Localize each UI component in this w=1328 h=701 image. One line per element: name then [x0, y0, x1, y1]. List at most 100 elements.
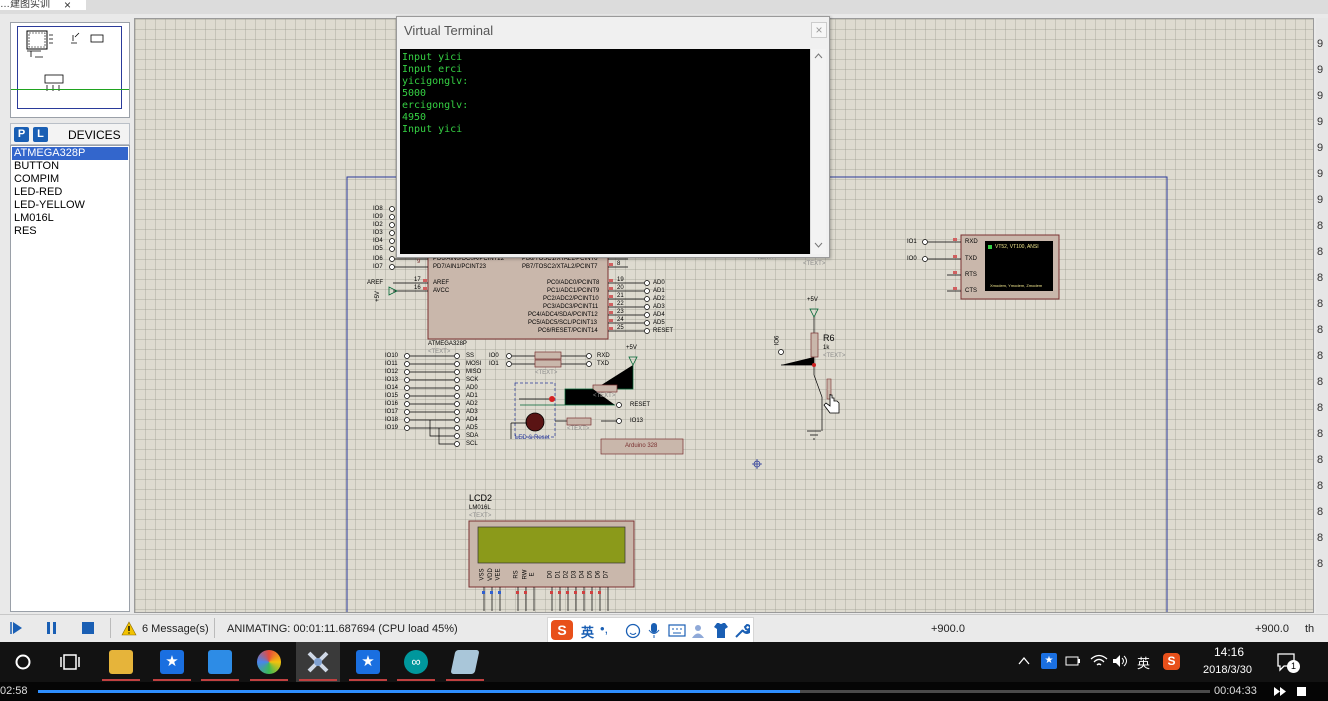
vt-io-label: IO0 [907, 256, 917, 262]
mcu-pin-label: AVCC [433, 288, 450, 294]
ruler-digit: 9 [1317, 168, 1324, 180]
clock-time[interactable]: 14:16 [1204, 645, 1254, 659]
device-list[interactable]: ATMEGA328P BUTTON COMPIM LED-RED LED-YEL… [10, 145, 130, 612]
lcd-pin-label: RW [522, 569, 529, 580]
ruler-digit: 8 [1317, 246, 1324, 258]
mcu-left-io-label: IO9 [373, 214, 383, 220]
lcd-model: LM016L [469, 505, 491, 511]
lcd-pin-label: D2 [563, 570, 570, 579]
pause-icon[interactable] [45, 621, 59, 635]
device-item[interactable]: LM016L [12, 212, 128, 225]
notepad-icon[interactable] [450, 650, 480, 674]
device-item[interactable]: BUTTON [12, 160, 128, 173]
lcd-pin-label: D7 [603, 570, 610, 579]
fast-forward-icon[interactable] [1273, 686, 1287, 697]
mcu-pin-number: 8 [617, 261, 621, 267]
header-io-label: IO11 [385, 361, 398, 367]
video-stop-icon[interactable] [1296, 686, 1307, 697]
file-explorer-icon[interactable] [109, 650, 133, 674]
chevron-up-icon[interactable] [1018, 656, 1030, 666]
photo-app-icon[interactable] [208, 650, 232, 674]
aref-power-label: +5V [374, 291, 381, 302]
vt-io-label: IO1 [907, 239, 917, 245]
taskbar-running-indicator [153, 679, 191, 681]
mcu-pin-label: PB7/TOSC2/XTAL2/PCINT7 [522, 264, 598, 270]
header-signal-label: SDA [466, 433, 479, 439]
sogou-logo-icon[interactable]: S [551, 620, 573, 640]
led-reset-label: LED & Reset [515, 435, 550, 441]
play-icon[interactable] [10, 621, 24, 635]
device-item[interactable]: LED-RED [12, 186, 128, 199]
ruler-digit: 9 [1317, 142, 1324, 154]
ruler-digit: 9 [1317, 90, 1324, 102]
chrome-icon[interactable] [257, 650, 281, 674]
scroll-down-icon[interactable] [814, 242, 823, 248]
wifi-icon[interactable] [1090, 653, 1108, 669]
device-item[interactable]: RES [12, 225, 128, 238]
emoji-icon[interactable] [625, 623, 641, 639]
ruler-digit: 8 [1317, 558, 1324, 570]
led-pin-text: <TEXT> [803, 261, 826, 267]
vt-pin-label: RXD [965, 239, 978, 245]
ime-lang[interactable]: 英 [581, 622, 594, 641]
skin-icon[interactable] [713, 622, 729, 639]
vt-screen-title: VT52, VT100, ANSI [995, 244, 1039, 250]
task-view-icon[interactable] [60, 653, 80, 671]
taskbar-running-indicator [201, 679, 239, 681]
header-io-label: IO16 [385, 401, 399, 407]
user-icon[interactable] [691, 623, 709, 639]
terminal-screen[interactable]: Input yici Input erci yicigonglv: 5000 e… [400, 49, 810, 254]
status-divider [110, 618, 111, 638]
lcd-pin-label: E [529, 572, 536, 577]
overview-window[interactable] [10, 22, 130, 118]
scroll-up-icon[interactable] [814, 53, 823, 59]
terminal-close-icon[interactable]: × [811, 22, 827, 38]
library-manager-button[interactable]: L [33, 127, 48, 142]
stop-icon[interactable] [81, 621, 95, 635]
tray-app-icon[interactable]: ★ [1041, 653, 1057, 669]
volume-icon[interactable] [1112, 654, 1128, 668]
microphone-icon[interactable] [648, 622, 660, 639]
proteus-icon[interactable] [306, 650, 330, 674]
document-tab[interactable]: …建图实训 [0, 0, 86, 10]
keyboard-icon[interactable] [668, 624, 686, 637]
terminal-line: 4950 [402, 112, 427, 123]
mcu-pin-label: PC3/ADC3/PCINT11 [543, 304, 599, 310]
virtual-terminal-window[interactable]: Virtual Terminal × Input yici Input erci… [396, 16, 830, 258]
ime-toolbar[interactable]: S 英 •, [547, 617, 754, 643]
cortana-search-icon[interactable] [14, 653, 32, 671]
terminal-scrollbar[interactable] [810, 49, 826, 254]
mcu-right-io-label: RESET [653, 328, 674, 334]
header-io-label: IO18 [385, 417, 399, 423]
tray-language[interactable]: 英 [1137, 653, 1150, 672]
qq-browser-icon[interactable]: ★ [160, 650, 184, 674]
video-seek-track[interactable] [38, 690, 1210, 693]
header-signal-label: AD4 [466, 417, 478, 423]
sogou-tray-icon[interactable]: S [1163, 653, 1180, 670]
resistor-text: <TEXT> [593, 393, 616, 399]
battery-icon[interactable] [1065, 655, 1081, 667]
mcu-pin-number: 24 [617, 317, 624, 323]
warning-icon[interactable] [121, 621, 137, 636]
device-item[interactable]: LED-YELLOW [12, 199, 128, 212]
taskbar-running-indicator [349, 679, 387, 681]
device-item[interactable]: COMPIM [12, 173, 128, 186]
video-player-bar: 02:58 00:04:33 [0, 682, 1328, 701]
ruler-digit: 9 [1317, 194, 1324, 206]
pick-devices-button[interactable]: P [14, 127, 29, 142]
device-item[interactable]: ATMEGA328P [12, 147, 128, 160]
lcd-pin-label: D4 [579, 570, 586, 579]
devices-header: P L DEVICES [10, 123, 130, 145]
mcu-right-io-label: AD1 [653, 288, 665, 294]
header-io-label: IO12 [385, 369, 399, 375]
tab-close-icon[interactable]: × [64, 0, 71, 12]
mcu-pin-number: 17 [414, 277, 421, 283]
mcu-left-io-label: IO5 [373, 246, 383, 252]
terminal-line: yicigonglv: [402, 76, 469, 87]
message-count[interactable]: 6 Message(s) [142, 623, 209, 635]
qq-browser-2-icon[interactable]: ★ [356, 650, 380, 674]
clock-date[interactable]: 2018/3/30 [1190, 664, 1265, 676]
punctuation-icon[interactable]: •, [600, 621, 608, 636]
arduino-ide-icon[interactable]: ∞ [404, 650, 428, 674]
wrench-icon[interactable] [734, 622, 750, 639]
